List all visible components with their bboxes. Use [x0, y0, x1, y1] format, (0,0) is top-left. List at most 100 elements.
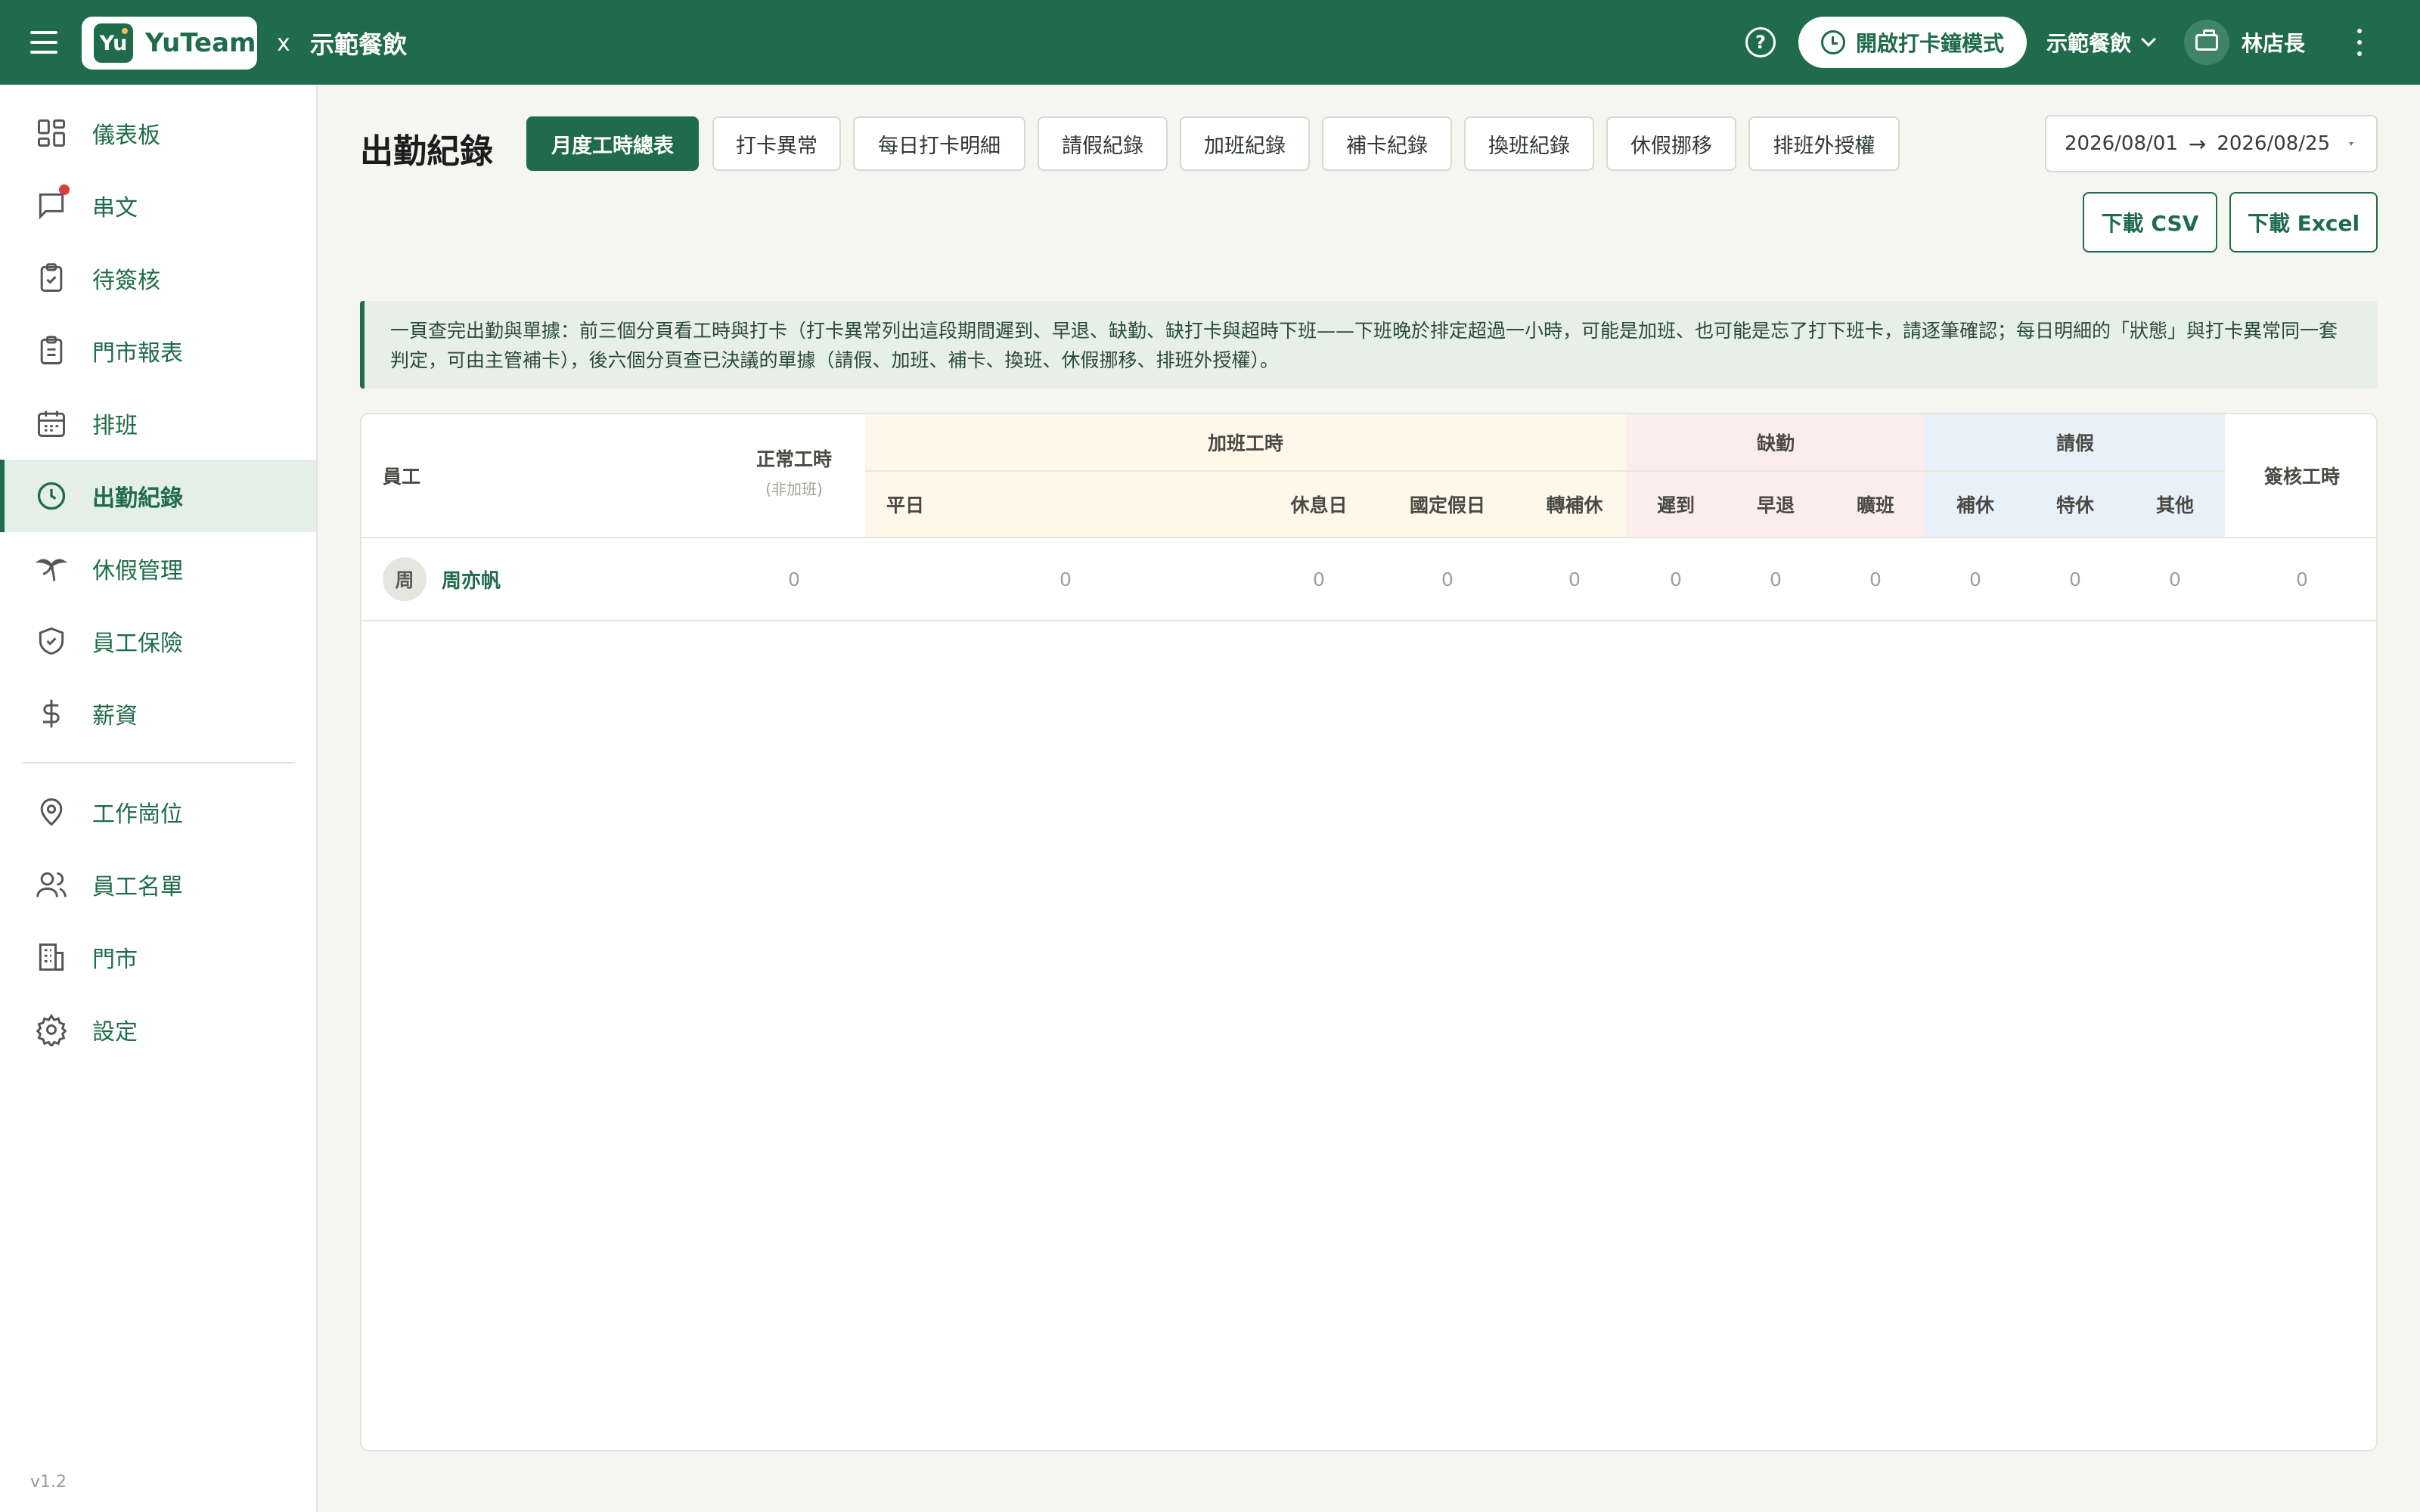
shield-icon — [35, 624, 68, 658]
dollar-icon — [35, 697, 68, 730]
sidebar-item-label: 待簽核 — [92, 268, 160, 294]
col-employee: 員工 — [383, 466, 421, 488]
cell-late: 0 — [1670, 568, 1682, 590]
tab-clock-anomalies[interactable]: 打卡異常 — [712, 116, 841, 171]
col-special-leave: 特休 — [2055, 494, 2094, 516]
caret-down-icon — [2349, 142, 2353, 146]
clipboard-check-icon — [35, 262, 68, 295]
yuteam-logo-icon: Yu — [94, 23, 133, 63]
tab-overtime-records[interactable]: 加班紀錄 — [1180, 116, 1310, 171]
cell-ot-comp: 0 — [1568, 568, 1581, 590]
col-comp-leave: 補休 — [1956, 494, 1994, 516]
sidebar-item-insurance[interactable]: 員工保險 — [0, 605, 316, 677]
col-group-overtime: 加班工時 — [1207, 432, 1283, 454]
sidebar-item-label: 設定 — [92, 1019, 138, 1046]
chat-icon — [35, 184, 70, 222]
tab-punch-correction[interactable]: 補卡紀錄 — [1322, 116, 1452, 171]
sidebar-item-label: 出勤紀錄 — [92, 485, 183, 512]
clock-icon — [35, 479, 68, 513]
col-approved-hours: 簽核工時 — [2263, 466, 2340, 488]
users-icon — [35, 868, 68, 901]
sidebar-item-employees[interactable]: 員工名單 — [0, 848, 316, 921]
sidebar-item-schedule[interactable]: 排班 — [0, 387, 316, 460]
clock-icon — [1821, 30, 1845, 54]
clock-mode-button[interactable]: 開啟打卡鐘模式 — [1798, 17, 2027, 68]
tab-shift-swap[interactable]: 換班紀錄 — [1464, 116, 1594, 171]
brand-name: YuTeam — [145, 28, 256, 58]
monthly-hours-table: 員工 正常工時 (非加班) 加班工時 平日 休息日 國定假日 轉補休 缺勤 遲到… — [360, 413, 2378, 1452]
date-to: 2026/08/25 — [2217, 132, 2331, 155]
download-excel-button[interactable]: 下載 Excel — [2229, 192, 2378, 253]
cell-ot-weekday: 0 — [1060, 568, 1072, 590]
sidebar-item-label: 休假管理 — [92, 558, 183, 584]
employee-avatar: 周 — [383, 557, 427, 601]
cell-special-leave: 0 — [2069, 568, 2081, 590]
sidebar-item-stores[interactable]: 門市 — [0, 921, 316, 993]
brand-logo-box[interactable]: Yu YuTeam — [82, 17, 257, 70]
employee-name[interactable]: 周亦帆 — [442, 565, 501, 593]
sidebar-item-attendance[interactable]: 出勤紀錄 — [0, 460, 316, 532]
app-version: v1.2 — [30, 1473, 67, 1492]
sidebar-item-posts[interactable]: 串文 — [0, 169, 316, 242]
table-row[interactable]: 周 周亦帆 0 0 0 0 0 0 0 0 0 0 0 0 — [361, 538, 2376, 620]
cell-noshow: 0 — [1869, 568, 1882, 590]
sidebar-item-label: 門市 — [92, 947, 138, 973]
sidebar-item-label: 排班 — [92, 413, 138, 439]
cell-normal-hours: 0 — [788, 568, 800, 590]
col-noshow: 曠班 — [1856, 494, 1894, 516]
store-selector-label: 示範餐飲 — [2046, 31, 2132, 56]
top-bar: Yu YuTeam x 示範餐飲 ? 開啟打卡鐘模式 示範餐飲 林店長 — [0, 0, 2420, 85]
info-banner: 一頁查完出勤與單據：前三個分頁看工時與打卡（打卡異常列出這段期間遲到、早退、缺勤… — [360, 301, 2378, 389]
sidebar-item-settings[interactable]: 設定 — [0, 993, 316, 1066]
calendar-icon — [35, 407, 68, 440]
user-avatar[interactable] — [2184, 20, 2229, 65]
help-icon[interactable]: ? — [1745, 27, 1776, 57]
col-ot-holiday: 國定假日 — [1409, 494, 1485, 516]
tab-leave-shift[interactable]: 休假挪移 — [1606, 116, 1736, 171]
sidebar-item-leave[interactable]: 休假管理 — [0, 532, 316, 605]
dashboard-icon — [35, 116, 68, 150]
chevron-down-icon — [2141, 32, 2156, 47]
col-normal-hours-sub: (非加班) — [765, 479, 823, 498]
col-ot-restday: 休息日 — [1290, 494, 1348, 516]
notification-dot — [59, 184, 70, 195]
date-from: 2026/08/01 — [2065, 132, 2178, 155]
user-name[interactable]: 林店長 — [2242, 27, 2305, 57]
gear-icon — [35, 1013, 68, 1046]
arrow-right-icon: → — [2188, 131, 2207, 156]
col-group-absence: 缺勤 — [1756, 432, 1795, 454]
tab-daily-punches[interactable]: 每日打卡明細 — [853, 116, 1025, 171]
location-icon — [35, 795, 68, 829]
sidebar-item-label: 工作崗位 — [92, 801, 183, 828]
tab-leave-records[interactable]: 請假紀錄 — [1038, 116, 1168, 171]
sidebar-item-store-report[interactable]: 門市報表 — [0, 314, 316, 387]
employee-cell[interactable]: 周 周亦帆 — [383, 538, 501, 620]
date-range-picker[interactable]: 2026/08/01 → 2026/08/25 — [2045, 115, 2378, 172]
building-icon — [35, 940, 68, 974]
col-early: 早退 — [1756, 494, 1795, 516]
cell-ot-restday: 0 — [1313, 568, 1325, 590]
cell-ot-holiday: 0 — [1441, 568, 1454, 590]
sidebar-item-label: 薪資 — [92, 703, 138, 730]
col-late: 遲到 — [1656, 494, 1695, 516]
tab-monthly-hours[interactable]: 月度工時總表 — [526, 116, 699, 171]
palm-tree-icon — [35, 552, 68, 585]
more-menu-icon[interactable] — [2353, 29, 2366, 56]
row-divider — [361, 620, 2376, 621]
cell-early: 0 — [1770, 568, 1782, 590]
col-ot-weekday: 平日 — [886, 494, 925, 516]
sidebar-item-payroll[interactable]: 薪資 — [0, 677, 316, 750]
partner-name: 示範餐飲 — [310, 30, 408, 59]
store-selector[interactable]: 示範餐飲 — [2046, 27, 2156, 57]
sidebar-item-dashboard[interactable]: 儀表板 — [0, 97, 316, 169]
sidebar: 儀表板 串文 待簽核 門市報表 排班 出勤紀錄 休假管理 員工保險 薪資 工作崗… — [0, 85, 318, 1512]
tab-off-schedule-auth[interactable]: 排班外授權 — [1748, 116, 1900, 171]
brand-separator: x — [277, 30, 290, 57]
menu-icon[interactable] — [29, 27, 59, 57]
download-csv-button[interactable]: 下載 CSV — [2083, 192, 2217, 253]
cell-other-leave: 0 — [2169, 568, 2181, 590]
sidebar-item-positions[interactable]: 工作崗位 — [0, 776, 316, 848]
sidebar-item-approvals[interactable]: 待簽核 — [0, 242, 316, 314]
sidebar-item-label: 員工保險 — [92, 631, 183, 657]
cell-approved-hours: 0 — [2296, 568, 2308, 590]
